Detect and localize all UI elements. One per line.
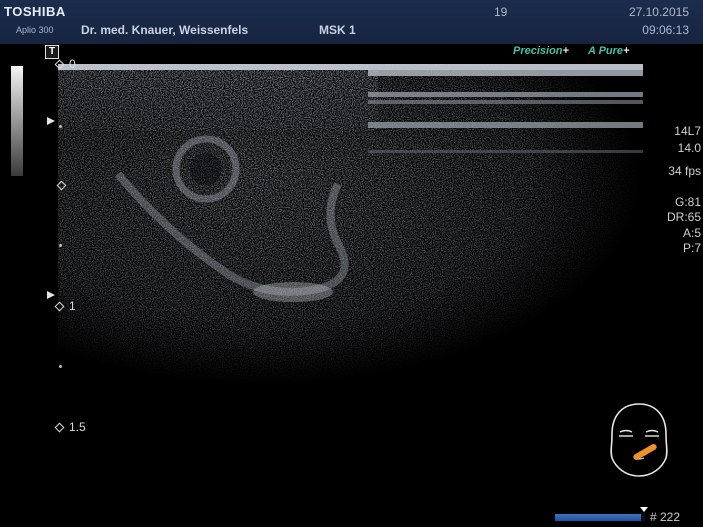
- frame-count: # 222: [650, 510, 681, 524]
- depth-label-bottom: 1.5: [54, 420, 86, 434]
- transducer-label: 14L7: [674, 124, 701, 138]
- exam-time: 09:06:13: [642, 23, 689, 37]
- fps-label: 34 fps: [668, 164, 701, 178]
- head-pictogram-icon: [610, 403, 668, 477]
- gain-label: G:81: [674, 195, 701, 209]
- ultrasound-image[interactable]: [58, 64, 643, 384]
- cine-progress-bar[interactable]: [555, 514, 645, 521]
- p-param-label: P:7: [682, 241, 701, 255]
- institution-name: Dr. med. Knauer, Weissenfels: [81, 23, 249, 37]
- focus-marker-icon[interactable]: [47, 117, 55, 125]
- frame-number: 19: [494, 5, 508, 19]
- exam-date: 27.10.2015: [628, 5, 689, 19]
- cine-position-marker-icon[interactable]: [640, 507, 648, 512]
- header-bar: TOSHIBA Aplio 300 Dr. med. Knauer, Weiss…: [0, 0, 703, 44]
- precision-mode-label: Precision+: [513, 45, 569, 57]
- device-model: Aplio 300: [16, 25, 54, 35]
- a-param-label: A:5: [682, 226, 701, 240]
- grayscale-bar: [11, 66, 23, 176]
- brand-logo: TOSHIBA: [4, 4, 66, 19]
- exam-preset: MSK 1: [319, 23, 356, 37]
- frequency-label: 14.0: [677, 141, 701, 155]
- dynamic-range-label: DR:65: [666, 210, 701, 224]
- depth-tick-icon: [54, 422, 65, 433]
- focus-marker-icon[interactable]: [47, 291, 55, 299]
- cine-progress-fill: [555, 514, 642, 521]
- apure-mode-label: A Pure+: [588, 45, 630, 57]
